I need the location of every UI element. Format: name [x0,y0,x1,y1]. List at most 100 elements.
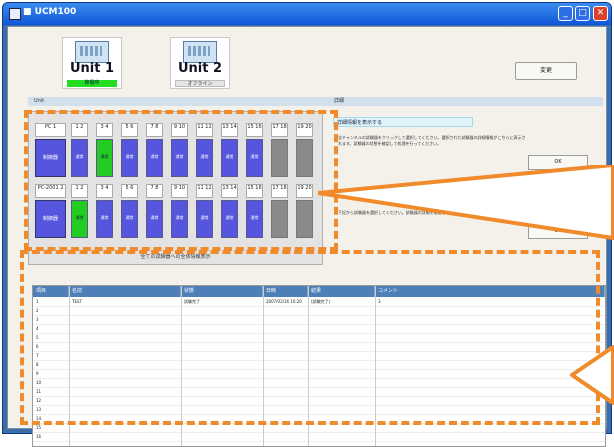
table-cell [375,333,605,342]
channel-cell[interactable]: 11 12 通常 [196,184,213,242]
client-area: Unit 1 稼働中 Unit 2 オフライン 変更 Unit 詳細 PC 1 制… [7,26,607,447]
device-icon [75,41,109,63]
channel-slot: 通常 [71,200,88,238]
table-cell [375,306,605,315]
table-cell [181,378,263,387]
column-header[interactable]: 日時 [263,286,308,297]
channel-number: 17 18 [271,184,288,198]
channel-cell[interactable]: 19 20 [296,123,313,181]
unit-2-tile[interactable]: Unit 2 オフライン [170,37,230,89]
table-cell [263,405,308,414]
channel-cell[interactable]: 5 6 通常 [121,123,138,181]
table-cell [375,405,605,414]
minimize-button[interactable]: _ [558,6,573,21]
channel-number: 13 14 [221,123,238,137]
channel-cell[interactable]: 3 4 通常 [96,184,113,242]
column-divider [263,286,264,446]
unit-1-tile[interactable]: Unit 1 稼働中 [62,37,122,89]
panel-1-ok-button[interactable]: OK [528,155,588,170]
channel-cell[interactable]: 13 14 通常 [221,123,238,181]
table-cell [375,387,605,396]
detail-section-header: 詳細 [328,97,603,106]
channel-cell[interactable]: 19 20 [296,184,313,242]
table-cell [375,351,605,360]
detail-panel-1: 詳細情報を表示する 全チャンネルの試験器をクリックして選択してください。選択され… [330,117,600,179]
controller-slot[interactable]: PC 1 制御器 [35,123,66,181]
channel-cell[interactable]: 11 12 通常 [196,123,213,181]
channel-cell[interactable]: 1 2 通常 [71,123,88,181]
channel-slot: 通常 [246,200,263,238]
table-cell [263,414,308,423]
table-cell [263,324,308,333]
channel-slot: 通常 [221,139,238,177]
panel-2-ok-button[interactable]: OK [528,224,588,239]
table-cell: 10 [36,380,42,385]
channel-number: 15 16 [246,184,263,198]
channel-cell[interactable]: 7 8 通常 [146,123,163,181]
unit-1-status: 稼働中 [67,80,117,87]
table-cell [263,333,308,342]
channel-cell[interactable]: 15 16 通常 [246,184,263,242]
table-cell [181,396,263,405]
column-header[interactable]: 項目 [33,286,69,297]
table-cell [308,405,375,414]
table-cell: 2 [36,308,39,313]
channel-cell[interactable]: 7 8 通常 [146,184,163,242]
channel-number: 1 2 [71,123,88,137]
table-cell [69,306,181,315]
table-cell [308,414,375,423]
table-cell [263,396,308,405]
panel-1-title: 詳細情報を表示する [333,117,473,127]
panel-2-text: 下記から試験器を選択してください。試験器の詳細を確認して操作を行ってください。 [338,210,494,215]
channel-cell[interactable]: 15 16 通常 [246,123,263,181]
table-cell [308,315,375,324]
table-cell: 試験完了 [184,299,200,304]
channel-cell[interactable]: 9 10 通常 [171,184,188,242]
change-button[interactable]: 変更 [515,62,577,80]
table-cell [308,387,375,396]
table-cell: 13 [36,407,42,412]
table-cell [308,306,375,315]
table-cell [375,378,605,387]
table-cell: 1 [36,299,39,304]
close-button[interactable]: ✕ [593,6,608,21]
window-title: ■ UCM100 [23,7,77,17]
table-cell: 9 [36,371,39,376]
table-cell [263,378,308,387]
table-row[interactable]: 16 [33,432,605,442]
column-header[interactable]: コメント [375,286,605,297]
column-divider [375,286,376,446]
results-table: 項目 名前 状態 日時 結果 コメント 1 TEST 試験完了 2007/02/16 10:20… [32,285,606,447]
column-header[interactable]: 結果 [308,286,375,297]
channel-cell[interactable]: 17 18 [271,184,288,242]
channel-number: 3 4 [96,123,113,137]
table-cell [375,342,605,351]
channel-slot [271,200,288,238]
table-cell [69,369,181,378]
channel-cell[interactable]: 3 4 通常 [96,123,113,181]
maximize-button[interactable]: □ [575,6,590,21]
controller-number: PC-2001 2 [35,184,66,198]
channel-number: 19 20 [296,184,313,198]
table-cell [181,333,263,342]
channel-number: 3 4 [96,184,113,198]
table-cell: TEST [72,299,82,304]
channel-cell[interactable]: 1 2 通常 [71,184,88,242]
channel-cell[interactable]: 5 6 通常 [121,184,138,242]
channel-cell[interactable]: 17 18 [271,123,288,181]
channel-number: 11 12 [196,123,213,137]
channel-slot [296,200,313,238]
table-cell [263,351,308,360]
table-cell: (試験完了) [311,299,331,304]
table-cell [181,360,263,369]
channel-cell[interactable]: 13 14 通常 [221,184,238,242]
channel-grid: PC 1 制御器 1 2 通常 3 4 通常 5 6 通常 7 8 通常 9 10 通常 11 12 通常… [28,111,323,265]
column-header[interactable]: 状態 [181,286,263,297]
column-divider [181,286,182,446]
title-bar[interactable]: ■ UCM100 _ □ ✕ [3,3,611,25]
table-cell [69,387,181,396]
channel-cell[interactable]: 9 10 通常 [171,123,188,181]
controller-slot[interactable]: PC-2001 2 制御器 [35,184,66,242]
column-header[interactable]: 名前 [69,286,181,297]
channel-slot: 通常 [121,139,138,177]
